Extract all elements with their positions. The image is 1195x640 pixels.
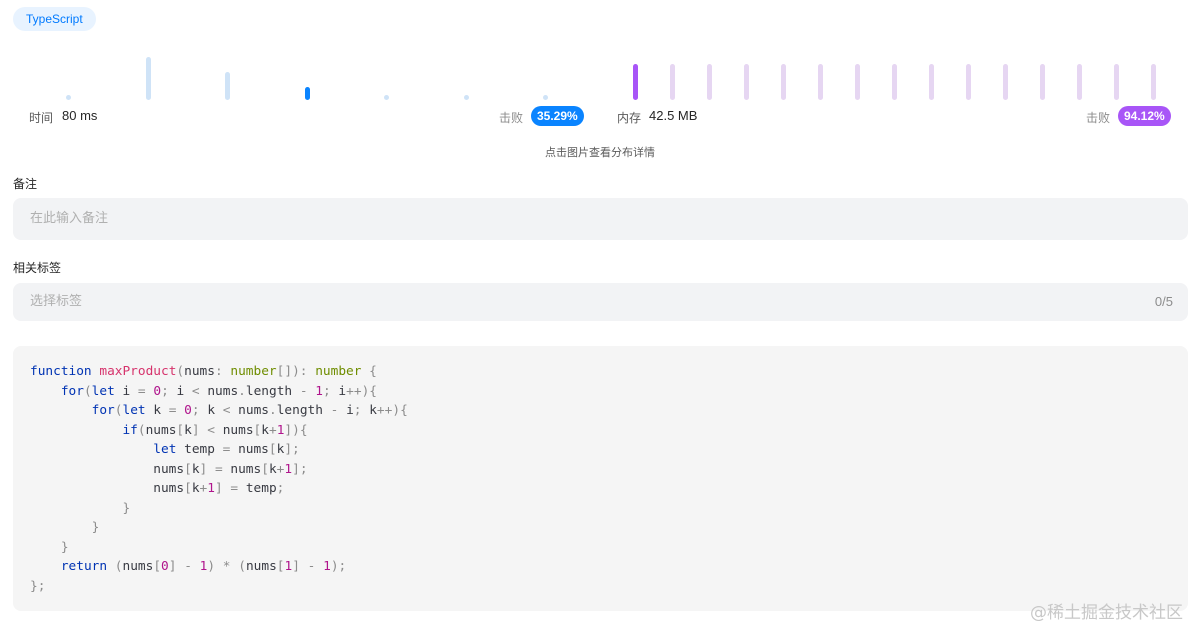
memory-bar [892, 64, 897, 100]
memory-bar [1151, 64, 1156, 100]
runtime-bar [543, 95, 548, 100]
memory-bar [818, 64, 823, 100]
memory-bar [966, 64, 971, 100]
memory-distribution-chart[interactable] [630, 46, 1160, 100]
memory-label: 内存 [617, 111, 642, 125]
memory-bar [744, 64, 749, 100]
memory-bar [633, 64, 638, 100]
runtime-distribution-chart[interactable] [60, 46, 560, 100]
runtime-bar [304, 87, 310, 100]
notes-input[interactable]: 在此输入备注 [13, 198, 1188, 240]
memory-bar [929, 64, 934, 100]
memory-bar [1077, 64, 1082, 100]
memory-bar [1003, 64, 1008, 100]
runtime-bar [384, 95, 389, 100]
memory-bar [670, 64, 675, 100]
language-tag[interactable]: TypeScript [13, 7, 96, 31]
notes-placeholder: 在此输入备注 [30, 211, 109, 226]
code-content: function maxProduct(nums: number[]): num… [30, 364, 408, 594]
watermark: @稀土掘金技术社区 [1030, 603, 1183, 623]
notes-label: 备注 [13, 177, 38, 191]
memory-bar [707, 64, 712, 100]
memory-beat-label: 击败 [1086, 111, 1111, 125]
memory-beat-badge: 94.12% [1118, 106, 1171, 126]
tags-label: 相关标签 [13, 261, 62, 275]
tags-placeholder: 选择标签 [30, 294, 83, 309]
runtime-bar [463, 95, 469, 100]
memory-bar [1114, 64, 1119, 100]
memory-stats: 内存 42.5 MB 击败 94.12% [0, 104, 1195, 128]
runtime-bar [225, 72, 230, 100]
memory-bar [781, 64, 786, 100]
runtime-bar [145, 57, 151, 100]
runtime-bar [66, 95, 71, 100]
memory-bar [855, 64, 860, 100]
memory-value: 42.5 MB [649, 108, 698, 123]
code-block[interactable]: function maxProduct(nums: number[]): num… [13, 346, 1188, 611]
distribution-hint[interactable]: 点击图片查看分布详情 [0, 144, 1195, 160]
tags-select[interactable]: 选择标签 0/5 [13, 283, 1188, 321]
memory-bar [1040, 64, 1045, 100]
tags-count: 0/5 [1154, 294, 1173, 309]
